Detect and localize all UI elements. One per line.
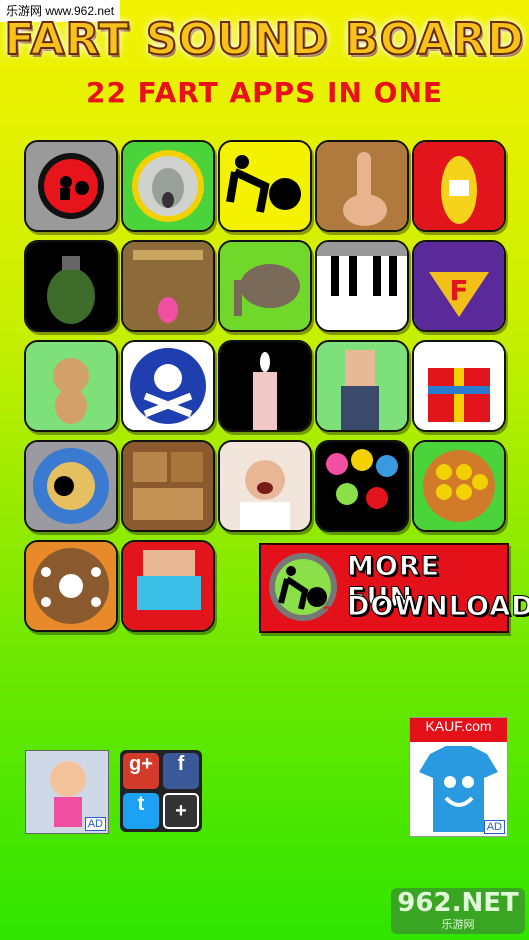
shorts-icon[interactable] [121,540,215,632]
baby-ad-banner[interactable]: AD [25,750,109,834]
fart-banana-icon[interactable] [412,140,506,232]
screaming-woman-icon[interactable] [218,440,312,532]
watermark-main: 962.NET [397,888,519,918]
google-plus-icon[interactable]: g+ [123,753,159,789]
more-fun-download-button[interactable]: 2 MORE FUN DOWNLOAD [259,543,529,633]
gift-box-icon[interactable] [412,340,506,432]
candle-icon[interactable] [218,340,312,432]
watermark-logo: 962.NET 乐游网 [391,888,525,934]
social-share-panel: g+ f t + [120,750,202,832]
svg-text:F: F [449,274,468,307]
ad-label: AD [84,817,106,831]
balloons-icon[interactable] [315,440,409,532]
woman-jeans-icon[interactable] [315,340,409,432]
app-title: FART SOUND BOARD [3,13,525,66]
add-share-icon[interactable]: + [163,793,199,829]
scared-face-icon[interactable] [121,140,215,232]
grenade-icon[interactable] [24,240,118,332]
wooden-blocks-icon[interactable] [121,440,215,532]
kauf-ad-banner[interactable]: KAUF.com AD [409,717,508,837]
fart-wheel-icon[interactable] [24,440,118,532]
app-subtitle: 22 FART APPS IN ONE [85,76,444,109]
watermark-sub: 乐游网 [441,918,475,931]
ad-label: AD [483,820,505,834]
spinner-man-icon[interactable] [24,540,118,632]
fart-man-icon: 2 [267,551,339,623]
more-fun-badge: 2 [323,605,333,621]
skull-crossbones-icon[interactable] [121,340,215,432]
facebook-icon[interactable]: f [163,753,199,789]
piano-icon[interactable] [315,240,409,332]
fart-mega-man-icon[interactable]: F [412,240,506,332]
kauf-title: KAUF.com [410,718,507,742]
finger-icon[interactable] [315,140,409,232]
pig-icon[interactable] [24,340,118,432]
fart-man-icon[interactable] [218,140,312,232]
emoji-grid-icon[interactable] [412,440,506,532]
download-label: DOWNLOAD [347,591,529,623]
elephant-icon[interactable] [218,240,312,332]
fart-button-icon[interactable] [24,140,118,232]
twitter-icon[interactable]: t [123,793,159,829]
balloon-wood-icon[interactable] [121,240,215,332]
